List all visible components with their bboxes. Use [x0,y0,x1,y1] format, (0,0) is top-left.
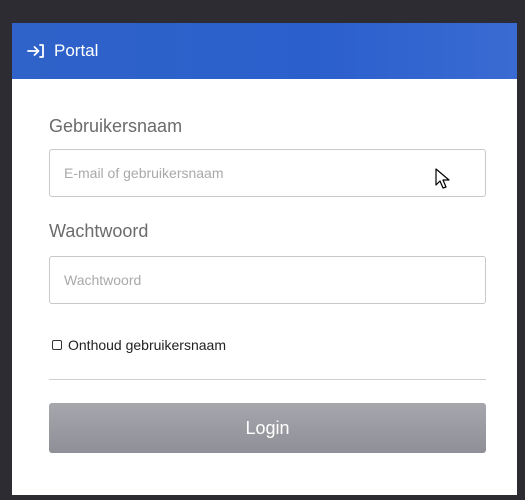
username-label: Gebruikersnaam [49,116,183,136]
remember-username-checkbox[interactable]: Onthoud gebruikersnaam [49,337,485,353]
checkbox-icon[interactable] [52,340,62,350]
remember-username-label: Onthoud gebruikersnaam [68,337,226,353]
portal-header: Portal [12,23,517,79]
login-form: Gebruikersnaam Wachtwoord Onthoud gebrui… [12,116,517,453]
password-input[interactable] [49,256,486,304]
password-label: Wachtwoord [49,221,149,241]
mouse-cursor-icon [435,168,451,190]
username-input[interactable] [49,149,486,197]
header-title: Portal [54,41,99,60]
divider [49,379,486,380]
login-card: Portal Gebruikersnaam Wachtwoord Onthoud… [12,23,517,495]
sign-in-icon [26,42,46,60]
login-button[interactable]: Login [49,403,486,453]
